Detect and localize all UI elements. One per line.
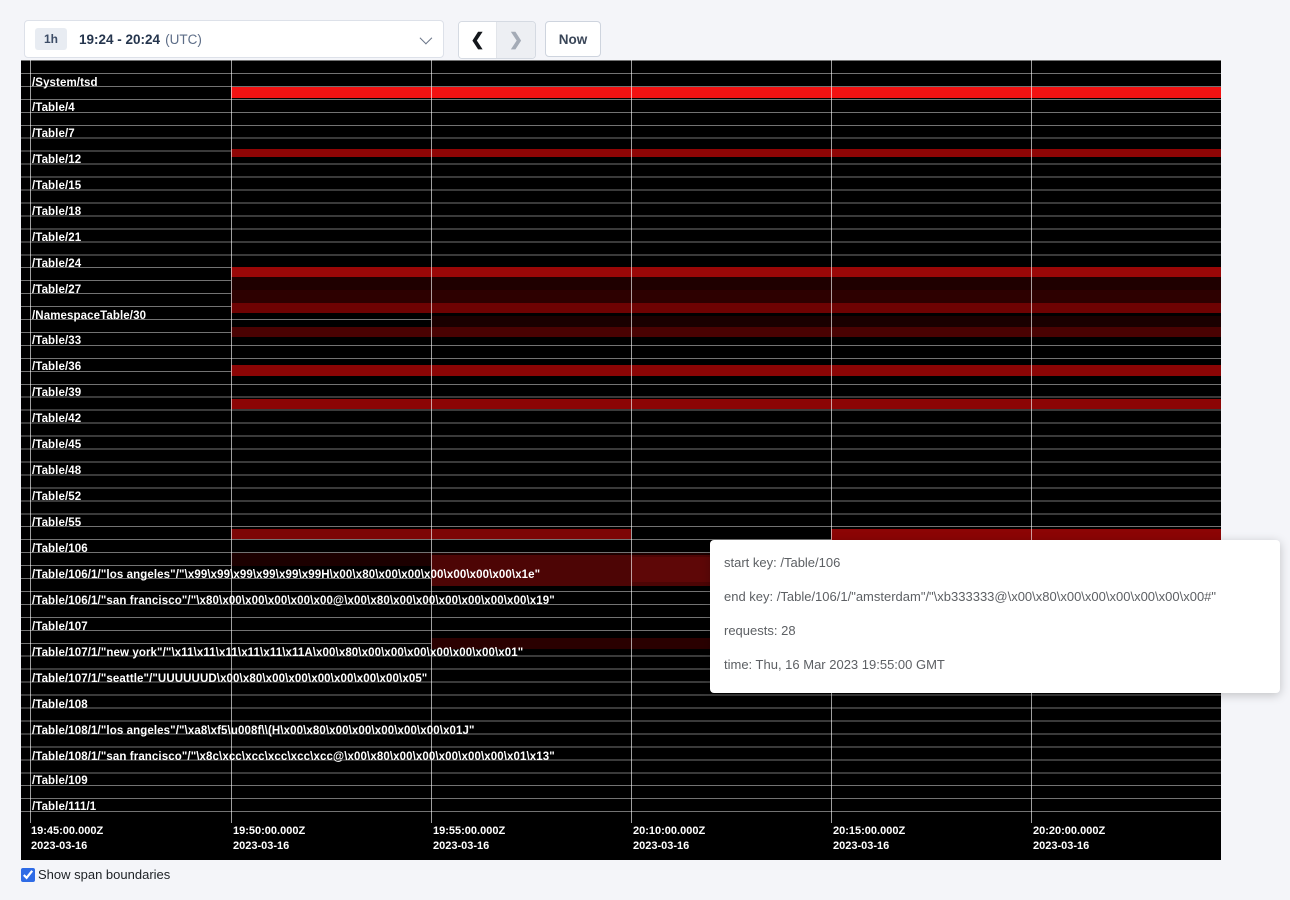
row-label: /Table/39 — [32, 387, 81, 400]
tick-time: 20:10:00.000Z — [633, 824, 705, 839]
vertical-gridline — [30, 60, 31, 823]
x-axis-tick: 19:50:00.000Z2023-03-16 — [233, 824, 305, 854]
time-range-label: 19:24 - 20:24 — [79, 32, 160, 47]
row-label: /Table/107 — [32, 621, 88, 634]
heat-band[interactable] — [231, 327, 1221, 337]
tick-date: 2023-03-16 — [31, 839, 103, 854]
heat-band[interactable] — [631, 557, 711, 582]
row-label: /Table/107/1/"new york"/"\x11\x11\x11\x1… — [32, 647, 523, 660]
row-label: /System/tsd — [32, 77, 98, 90]
heat-band[interactable] — [231, 149, 1221, 157]
heat-band[interactable] — [431, 316, 1221, 327]
vertical-gridline — [631, 60, 632, 823]
x-axis-tick: 20:10:00.000Z2023-03-16 — [633, 824, 705, 854]
tooltip-start-key: start key: /Table/106 — [724, 553, 1270, 573]
vertical-gridline — [1031, 60, 1032, 823]
vertical-gridline — [431, 60, 432, 823]
vertical-gridline — [231, 60, 232, 823]
row-label: /Table/42 — [32, 413, 81, 426]
row-label: /Table/55 — [32, 517, 81, 530]
tick-time: 19:55:00.000Z — [433, 824, 505, 839]
time-range-select[interactable]: 1h 19:24 - 20:24 (UTC) — [24, 20, 444, 58]
row-label: /Table/33 — [32, 335, 81, 348]
tick-date: 2023-03-16 — [833, 839, 905, 854]
row-label: /Table/36 — [32, 361, 81, 374]
row-label: /Table/21 — [32, 232, 81, 245]
tooltip-end-key: end key: /Table/106/1/"amsterdam"/"\xb33… — [724, 587, 1270, 607]
row-label: /Table/45 — [32, 439, 81, 452]
row-label: /Table/18 — [32, 206, 81, 219]
x-axis-tick: 19:45:00.000Z2023-03-16 — [31, 824, 103, 854]
heat-band[interactable] — [231, 399, 1221, 409]
heat-band[interactable] — [831, 529, 1221, 540]
row-label: /Table/12 — [32, 154, 81, 167]
chevron-left-icon: ❮ — [470, 30, 484, 50]
vertical-gridline — [831, 60, 832, 823]
row-label: /NamespaceTable/30 — [32, 310, 146, 323]
row-label: /Table/109 — [32, 775, 88, 788]
tooltip-time: time: Thu, 16 Mar 2023 19:55:00 GMT — [724, 655, 1270, 675]
row-label: /Table/4 — [32, 102, 75, 115]
row-label: /Table/52 — [32, 491, 81, 504]
row-label: /Table/106/1/"san francisco"/"\x80\x00\x… — [32, 595, 555, 608]
row-label: /Table/108/1/"los angeles"/"\xa8\xf5\u00… — [32, 725, 475, 738]
x-axis-tick: 19:55:00.000Z2023-03-16 — [433, 824, 505, 854]
heat-band[interactable] — [231, 277, 1221, 290]
next-range-button[interactable]: ❯ — [497, 22, 535, 58]
row-label: /Table/106 — [32, 543, 88, 556]
span-tooltip: start key: /Table/106 end key: /Table/10… — [710, 540, 1280, 693]
tick-time: 19:50:00.000Z — [233, 824, 305, 839]
row-label: /Table/15 — [32, 180, 81, 193]
row-label: /Table/48 — [32, 465, 81, 478]
tick-date: 2023-03-16 — [1033, 839, 1105, 854]
heat-band[interactable] — [231, 290, 1221, 303]
tick-time: 19:45:00.000Z — [31, 824, 103, 839]
row-label: /Table/108 — [32, 699, 88, 712]
plot-area[interactable]: /System/tsd/Table/4/Table/7/Table/12/Tab… — [21, 60, 1221, 823]
footer-controls: Show span boundaries — [21, 867, 170, 882]
tick-date: 2023-03-16 — [433, 839, 505, 854]
heat-band[interactable] — [231, 365, 1221, 376]
row-label: /Table/107/1/"seattle"/"UUUUUUD\x00\x80\… — [32, 673, 427, 686]
tick-time: 20:15:00.000Z — [833, 824, 905, 839]
tick-date: 2023-03-16 — [633, 839, 705, 854]
time-zone-label: (UTC) — [165, 32, 202, 47]
key-visualizer-canvas[interactable]: /System/tsd/Table/4/Table/7/Table/12/Tab… — [21, 60, 1221, 860]
tick-time: 20:20:00.000Z — [1033, 824, 1105, 839]
now-button[interactable]: Now — [545, 21, 601, 57]
row-label: /Table/106/1/"los angeles"/"\x99\x99\x99… — [32, 569, 540, 582]
prev-range-button[interactable]: ❮ — [459, 22, 497, 58]
row-label: /Table/27 — [32, 284, 81, 297]
tick-date: 2023-03-16 — [233, 839, 305, 854]
row-label: /Table/24 — [32, 258, 81, 271]
tooltip-requests: requests: 28 — [724, 621, 1270, 641]
row-label: /Table/108/1/"san francisco"/"\x8c\xcc\x… — [32, 751, 555, 764]
range-duration-badge: 1h — [35, 28, 67, 50]
x-axis-tick: 20:15:00.000Z2023-03-16 — [833, 824, 905, 854]
show-span-boundaries-label: Show span boundaries — [38, 867, 170, 882]
row-label: /Table/7 — [32, 128, 75, 141]
show-span-boundaries-checkbox[interactable] — [21, 868, 35, 882]
x-axis-tick: 20:20:00.000Z2023-03-16 — [1033, 824, 1105, 854]
heat-band[interactable] — [231, 87, 1221, 98]
heat-band[interactable] — [231, 303, 1221, 313]
time-nav-group: ❮ ❯ — [458, 21, 536, 59]
chevron-down-icon — [420, 31, 433, 44]
row-label: /Table/111/1 — [32, 801, 96, 814]
chevron-right-icon: ❯ — [509, 30, 523, 50]
heat-band[interactable] — [231, 267, 1221, 277]
